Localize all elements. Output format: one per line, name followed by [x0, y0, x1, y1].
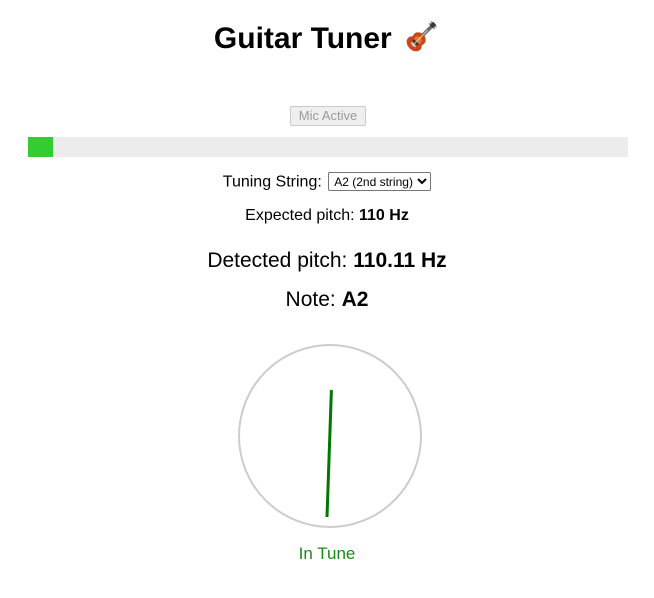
detected-pitch-row: Detected pitch: 110.11 Hz — [0, 248, 654, 274]
page-title: Guitar Tuner — [0, 18, 654, 59]
note-value: A2 — [341, 288, 369, 311]
guitar-icon — [406, 21, 437, 52]
mic-level-fill — [28, 137, 54, 157]
note-row: Note: A2 — [0, 287, 654, 313]
tuning-meter-needle — [325, 390, 333, 518]
expected-pitch-value: 110 Hz — [359, 207, 409, 224]
title-text: Guitar Tuner — [213, 22, 392, 55]
tuning-string-select[interactable]: A2 (2nd string) — [328, 172, 432, 191]
detected-pitch-label: Detected pitch: — [207, 249, 348, 272]
tuning-meter-dial — [238, 344, 422, 528]
tuning-string-row: Tuning String: A2 (2nd string) — [0, 172, 654, 193]
tuning-status-text: In Tune — [298, 544, 356, 563]
expected-pitch-row: Expected pitch: 110 Hz — [0, 206, 654, 226]
mic-active-button[interactable]: Mic Active — [290, 106, 366, 126]
tuning-string-label: Tuning String: — [222, 173, 322, 191]
expected-pitch-label: Expected pitch: — [245, 207, 355, 224]
detected-pitch-value: 110.11 Hz — [353, 249, 447, 272]
note-label: Note: — [285, 288, 336, 311]
mic-level-meter — [28, 137, 628, 157]
